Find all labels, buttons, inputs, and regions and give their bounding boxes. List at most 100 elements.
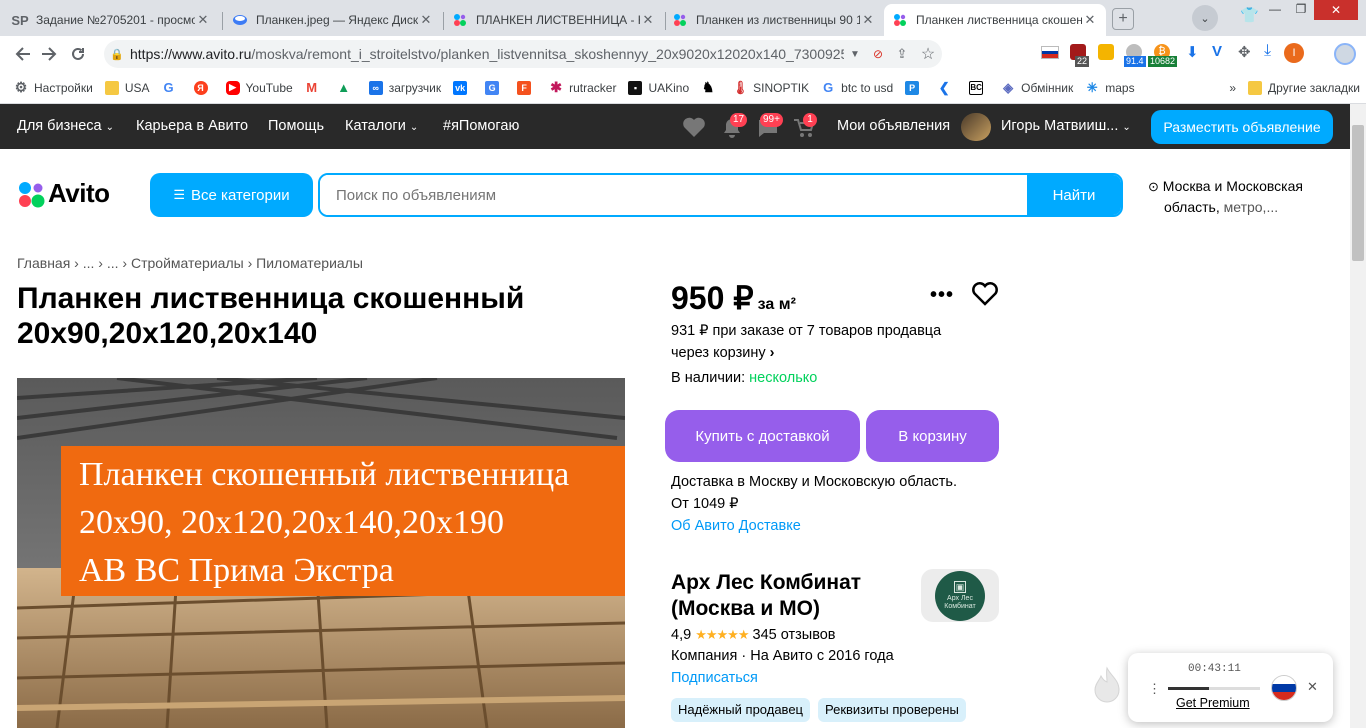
progress-track[interactable] bbox=[1168, 687, 1260, 690]
new-tab-button[interactable]: + bbox=[1112, 8, 1134, 30]
tab-zadanie[interactable]: SP Задание №2705201 - просмотр ✕ bbox=[4, 4, 219, 36]
breadcrumb-construction[interactable]: Стройматериалы bbox=[131, 255, 244, 271]
location-line-2: область, метро,... bbox=[1148, 197, 1338, 217]
v-ext-icon[interactable]: V bbox=[1212, 43, 1222, 60]
post-ad-button[interactable]: Разместить объявление bbox=[1151, 110, 1333, 144]
for-business-menu[interactable]: Для бизнеса ⌄ bbox=[17, 118, 114, 134]
logo-mark: ▣ bbox=[954, 580, 966, 593]
user-menu[interactable]: Игорь Матвииш... ⌄ bbox=[1001, 118, 1131, 134]
download-ext-icon[interactable]: ⬇ bbox=[1186, 43, 1199, 61]
bookmark-bc[interactable]: BC bbox=[963, 74, 995, 102]
bulk-price[interactable]: 931 ₽ при заказе от 7 товаров продавца ч… bbox=[671, 320, 941, 364]
bookmark-maps[interactable]: ✳ maps bbox=[1079, 74, 1140, 102]
tab-planken-active[interactable]: Планкен лиственница скошен ✕ bbox=[884, 4, 1106, 36]
block-icon[interactable]: ⊘ bbox=[866, 47, 890, 61]
career-link[interactable]: Карьера в Авито bbox=[136, 118, 248, 134]
close-window-button[interactable]: ✕ bbox=[1314, 0, 1358, 20]
more-dots-icon[interactable]: ••• bbox=[930, 284, 954, 307]
bookmark-rutracker[interactable]: ✱ rutracker bbox=[543, 74, 622, 102]
breadcrumb-lumber[interactable]: Пиломатериалы bbox=[256, 255, 363, 271]
seller-rating[interactable]: 4,9 ★★★★★ 345 отзывов bbox=[671, 624, 836, 646]
other-bookmarks[interactable]: Другие закладки bbox=[1242, 74, 1366, 102]
my-ads-link[interactable]: Мои объявления bbox=[837, 118, 950, 134]
avito-icon bbox=[892, 12, 908, 28]
address-bar[interactable]: 🔒 https://www.avito.ru/moskva/remont_i_s… bbox=[104, 40, 942, 68]
forward-button[interactable] bbox=[36, 40, 64, 68]
bookmark-arrow[interactable]: ❮ bbox=[931, 74, 963, 102]
back-button[interactable] bbox=[8, 40, 36, 68]
all-categories-button[interactable]: ☰ Все категории bbox=[150, 173, 313, 217]
bookmarks-overflow[interactable]: » bbox=[1223, 74, 1242, 102]
bookmark-exchanger[interactable]: ◈ Обмінник bbox=[995, 74, 1079, 102]
bookmark-vk[interactable]: vk bbox=[447, 74, 479, 102]
verified-details-badge: Реквизиты проверены bbox=[818, 698, 966, 722]
avito-logo[interactable]: Avito bbox=[16, 178, 110, 209]
bookmark-gmail[interactable]: M bbox=[299, 74, 331, 102]
location-selector[interactable]: ⊙ Москва и Московская область, метро,... bbox=[1148, 176, 1338, 217]
search-input[interactable] bbox=[320, 175, 1027, 215]
get-premium-link[interactable]: Get Premium bbox=[1176, 696, 1250, 710]
tab-planken-1[interactable]: ПЛАНКЕН ЛИСТВЕННИЦА - К ✕ bbox=[444, 4, 664, 36]
tab-yadisk[interactable]: Планкен.jpeg — Яндекс Диск ✕ bbox=[224, 4, 442, 36]
russia-flag-icon[interactable] bbox=[1271, 675, 1297, 701]
lock-icon[interactable]: 🔒 bbox=[104, 48, 130, 61]
about-delivery-link[interactable]: Об Авито Доставке bbox=[671, 515, 957, 537]
bookmark-sinoptik[interactable]: 🌡 SINOPTIK bbox=[727, 74, 815, 102]
bookmark-downloader[interactable]: ∞ загрузчик bbox=[363, 74, 447, 102]
close-icon[interactable]: ✕ bbox=[195, 12, 211, 28]
bookmark-p[interactable]: P bbox=[899, 74, 931, 102]
find-button[interactable]: Найти bbox=[1027, 175, 1121, 215]
bookmark-drive[interactable]: ▲ bbox=[331, 74, 363, 102]
breadcrumb-home[interactable]: Главная bbox=[17, 255, 70, 271]
progress-fill bbox=[1168, 687, 1210, 690]
account-icon[interactable] bbox=[1334, 43, 1356, 65]
downloads-icon[interactable]: ⤓ bbox=[1264, 42, 1271, 60]
bookmark-btc[interactable]: Gbtc to usd bbox=[815, 74, 899, 102]
close-icon[interactable]: ✕ bbox=[860, 12, 876, 28]
close-icon[interactable]: ✕ bbox=[1082, 12, 1098, 28]
bookmark-uakino[interactable]: ▪ UAKino bbox=[622, 74, 695, 102]
tab-planken-2[interactable]: Планкен из лиственницы 90 1 ✕ bbox=[664, 4, 884, 36]
bookmark-translate[interactable]: G bbox=[479, 74, 511, 102]
help-tag-link[interactable]: #яПомогаю bbox=[443, 118, 519, 134]
add-to-cart-button[interactable]: В корзину bbox=[866, 410, 999, 462]
breadcrumb-ellipsis[interactable]: ... bbox=[83, 255, 95, 271]
dropdown-icon[interactable]: ▼ bbox=[844, 49, 866, 60]
bookmark-settings[interactable]: ⚙ Настройки bbox=[8, 74, 99, 102]
breadcrumb-ellipsis[interactable]: ... bbox=[107, 255, 119, 271]
close-icon[interactable]: ✕ bbox=[1307, 679, 1318, 695]
russia-flag-icon[interactable] bbox=[1041, 46, 1059, 59]
profile-avatar[interactable]: I bbox=[1284, 43, 1304, 63]
face-ext-icon[interactable] bbox=[1098, 44, 1114, 60]
close-icon[interactable]: ✕ bbox=[418, 12, 434, 28]
infinity-icon: ∞ bbox=[368, 80, 383, 95]
bookmark-usa[interactable]: USA bbox=[99, 74, 156, 102]
scrollbar-thumb[interactable] bbox=[1352, 125, 1364, 261]
subscribe-link[interactable]: Подписаться bbox=[671, 667, 758, 689]
reload-button[interactable] bbox=[64, 40, 92, 68]
bookmark-f[interactable]: F bbox=[511, 74, 543, 102]
close-icon[interactable]: ✕ bbox=[640, 12, 656, 28]
catalogs-menu[interactable]: Каталоги ⌄ bbox=[345, 118, 418, 134]
seller-name[interactable]: Арх Лес Комбинат (Москва и МО) bbox=[671, 570, 911, 622]
favorites-heart-icon[interactable] bbox=[682, 116, 706, 142]
user-avatar[interactable] bbox=[961, 113, 991, 141]
seller-logo[interactable]: ▣ Арх Лес Комбинат bbox=[921, 569, 999, 622]
restore-button[interactable]: ❐ bbox=[1288, 0, 1314, 20]
tab-search-button[interactable]: ⌄ bbox=[1192, 5, 1218, 31]
more-vert-icon[interactable]: ⋮ bbox=[1148, 681, 1161, 697]
minimize-button[interactable]: — bbox=[1262, 0, 1288, 20]
shirt-icon[interactable]: 👕 bbox=[1240, 6, 1259, 24]
bookmark-yandex[interactable]: Я bbox=[188, 74, 220, 102]
help-link[interactable]: Помощь bbox=[268, 118, 324, 134]
bookmark-youtube[interactable]: ▶ YouTube bbox=[220, 74, 299, 102]
puzzle-icon[interactable]: ✥ bbox=[1238, 43, 1251, 61]
buy-with-delivery-button[interactable]: Купить с доставкой bbox=[665, 410, 860, 462]
favorite-heart-icon[interactable] bbox=[971, 281, 999, 312]
listing-photo[interactable]: Планкен скошенный лиственница 20х90, 20х… bbox=[17, 378, 625, 728]
share-icon[interactable]: ⇪ bbox=[890, 46, 914, 62]
bookmark-star-icon[interactable]: ☆ bbox=[914, 44, 942, 64]
bookmark-chess[interactable]: ♞ bbox=[695, 74, 727, 102]
bookmark-google[interactable]: G bbox=[156, 74, 188, 102]
fire-icon[interactable] bbox=[1090, 666, 1124, 706]
